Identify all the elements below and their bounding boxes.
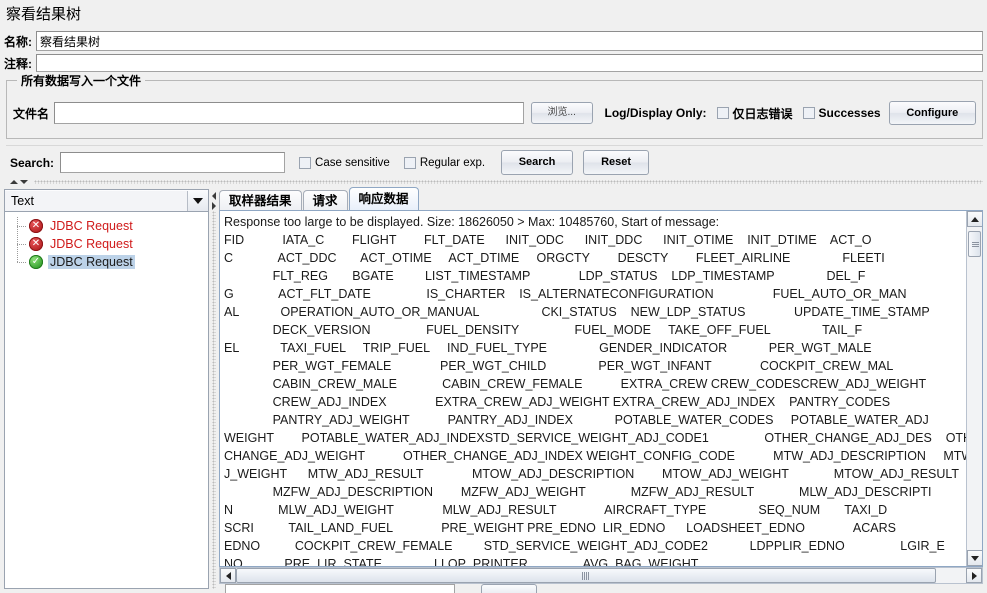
configure-button[interactable]: Configure [888,101,976,125]
tree-item-jdbc-request[interactable]: ✓ JDBC Request [5,253,208,271]
comment-input[interactable] [36,54,983,72]
name-label: 名称: [4,34,32,49]
comment-label: 注释: [4,56,32,71]
case-sensitive-checkbox[interactable]: Case sensitive [299,156,390,169]
partial-button[interactable] [481,584,537,593]
regular-exp-label: Regular exp. [419,156,486,169]
tree-connector [17,217,27,235]
tab-response-data[interactable]: 响应数据 [348,187,419,212]
response-horizontal-scrollbar[interactable] [219,567,983,584]
splitter-grip[interactable] [212,211,216,589]
vertical-scroll-thumb[interactable] [968,231,981,257]
filename-label: 文件名 [13,106,50,121]
search-input[interactable] [60,152,286,173]
render-selector-value[interactable]: Text [5,190,188,211]
render-selector-combo[interactable]: Text [5,190,208,212]
scroll-left-button[interactable] [220,568,236,583]
results-tree[interactable]: ✕ JDBC Request ✕ JDBC Request ✓ JDBC Request [5,213,208,588]
horizontal-scroll-track[interactable] [236,568,966,583]
search-label: Search: [10,155,55,170]
vertical-splitter[interactable] [210,189,218,589]
response-data-view[interactable]: Response too large to be displayed. Size… [219,210,983,567]
tree-connector [17,253,27,271]
browse-button[interactable]: 浏览... [530,102,593,124]
scroll-up-button[interactable] [967,211,982,227]
group-legend: 所有数据写入一个文件 [17,72,146,89]
case-sensitive-label: Case sensitive [315,156,390,169]
grip-icon [582,572,590,580]
view-results-tree-window: 察看结果树 名称: 注释: 所有数据写入一个文件 文件名 浏览... Log/D… [0,0,987,593]
page-title: 察看结果树 [0,0,987,27]
vertical-scroll-track[interactable] [967,227,982,550]
chevron-down-icon[interactable] [188,190,208,211]
success-circle-icon: ✓ [29,255,43,269]
detail-tabs[interactable]: 取样器结果 请求 响应数据 [219,186,983,212]
search-row: Search: Case sensitive Regular exp. Sear… [6,145,983,177]
triangle-down-icon [971,555,979,561]
errors-only-checkbox[interactable]: 仅日志错误 [716,105,793,122]
tab-detail[interactable]: 请求 [302,190,348,212]
error-circle-icon: ✕ [29,219,43,233]
error-circle-icon: ✕ [29,237,43,251]
tree-item-jdbc-request[interactable]: ✕ JDBC Request [5,217,208,235]
successes-checkbox[interactable]: Successes [802,106,881,120]
write-all-data-to-file-group: 所有数据写入一个文件 文件名 浏览... Log/Display Only: 仅… [6,72,983,139]
response-vertical-scrollbar[interactable] [966,211,982,566]
regular-exp-checkbox[interactable]: Regular exp. [403,156,486,169]
splitter-arrows[interactable] [210,191,218,211]
triangle-left-icon [225,571,231,580]
reset-button[interactable]: Reset [583,150,650,175]
horizontal-scroll-thumb[interactable] [236,568,936,583]
tree-connector [17,235,27,253]
triangle-up-icon [971,216,979,222]
tree-item-label: JDBC Request [50,219,133,233]
successes-label: Successes [818,106,881,120]
checkbox-box[interactable] [299,156,312,169]
partial-input[interactable] [225,584,455,593]
results-tree-pane: Text ✕ JDBC Request ✕ JDBC Request ✓ JDBC Req… [4,189,209,589]
bottom-partial-strip [219,584,983,593]
chevron-down-icon[interactable] [20,180,28,184]
group-content: 文件名 浏览... Log/Display Only: 仅日志错误 Succes… [7,101,982,125]
checkbox-box[interactable] [716,107,729,119]
search-button[interactable]: Search [501,150,574,175]
horizontal-splitter[interactable] [4,178,983,186]
checkbox-box[interactable] [403,156,416,169]
chevron-up-icon[interactable] [10,180,18,184]
log-display-only-label: Log/Display Only: [604,106,707,120]
splitter-grip[interactable] [34,180,983,184]
errors-only-label: 仅日志错误 [732,106,793,121]
name-row: 名称: [4,30,983,52]
name-input[interactable] [36,31,983,51]
filename-input[interactable] [54,102,524,124]
chevron-right-icon[interactable] [212,202,216,210]
chevron-left-icon[interactable] [212,192,216,200]
tree-item-jdbc-request[interactable]: ✕ JDBC Request [5,235,208,253]
tab-detail[interactable]: 取样器结果 [219,190,302,212]
comment-row: 注释: [4,53,983,73]
splitter-arrows[interactable] [10,178,32,186]
scroll-down-button[interactable] [967,550,982,566]
response-text: Response too large to be displayed. Size… [224,215,982,567]
triangle-right-icon [971,571,977,580]
grip-icon [972,242,979,247]
tree-item-label: JDBC Request [50,237,133,251]
result-detail-pane: 取样器结果 请求 响应数据 Response too large to be dis… [219,186,983,589]
checkbox-box[interactable] [802,107,815,119]
scroll-right-button[interactable] [966,568,982,583]
tree-item-label: JDBC Request [48,255,135,269]
